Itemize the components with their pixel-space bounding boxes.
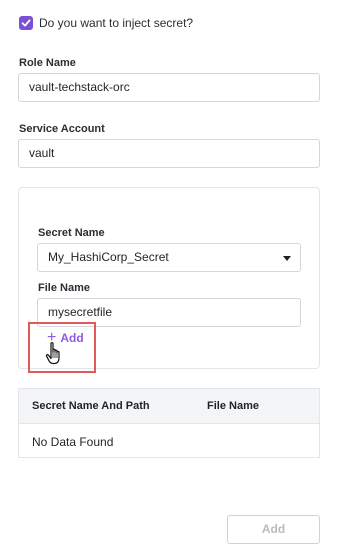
role-name-label: Role Name xyxy=(19,57,76,69)
secret-name-value: My_HashiCorp_Secret xyxy=(48,250,169,264)
secrets-table: Secret Name And Path File Name No Data F… xyxy=(18,388,320,458)
table-header: Secret Name And Path File Name xyxy=(19,389,319,424)
column-header: Secret Name And Path xyxy=(32,400,150,412)
service-account-label: Service Account xyxy=(19,123,105,135)
service-account-input[interactable]: vault xyxy=(18,139,320,168)
chevron-down-icon xyxy=(283,256,291,261)
add-button[interactable]: Add xyxy=(227,515,320,544)
column-header: File Name xyxy=(207,400,259,412)
secret-name-select[interactable]: My_HashiCorp_Secret xyxy=(37,243,301,272)
role-name-input[interactable]: vault-techstack-orc xyxy=(18,73,320,102)
file-name-label: File Name xyxy=(38,282,90,294)
check-icon xyxy=(21,19,31,27)
secret-name-label: Secret Name xyxy=(38,227,105,239)
empty-state-text: No Data Found xyxy=(32,435,114,449)
inject-secret-label: Do you want to inject secret? xyxy=(39,16,194,30)
hand-cursor-icon xyxy=(45,342,60,365)
inject-secret-checkbox[interactable] xyxy=(19,16,33,30)
